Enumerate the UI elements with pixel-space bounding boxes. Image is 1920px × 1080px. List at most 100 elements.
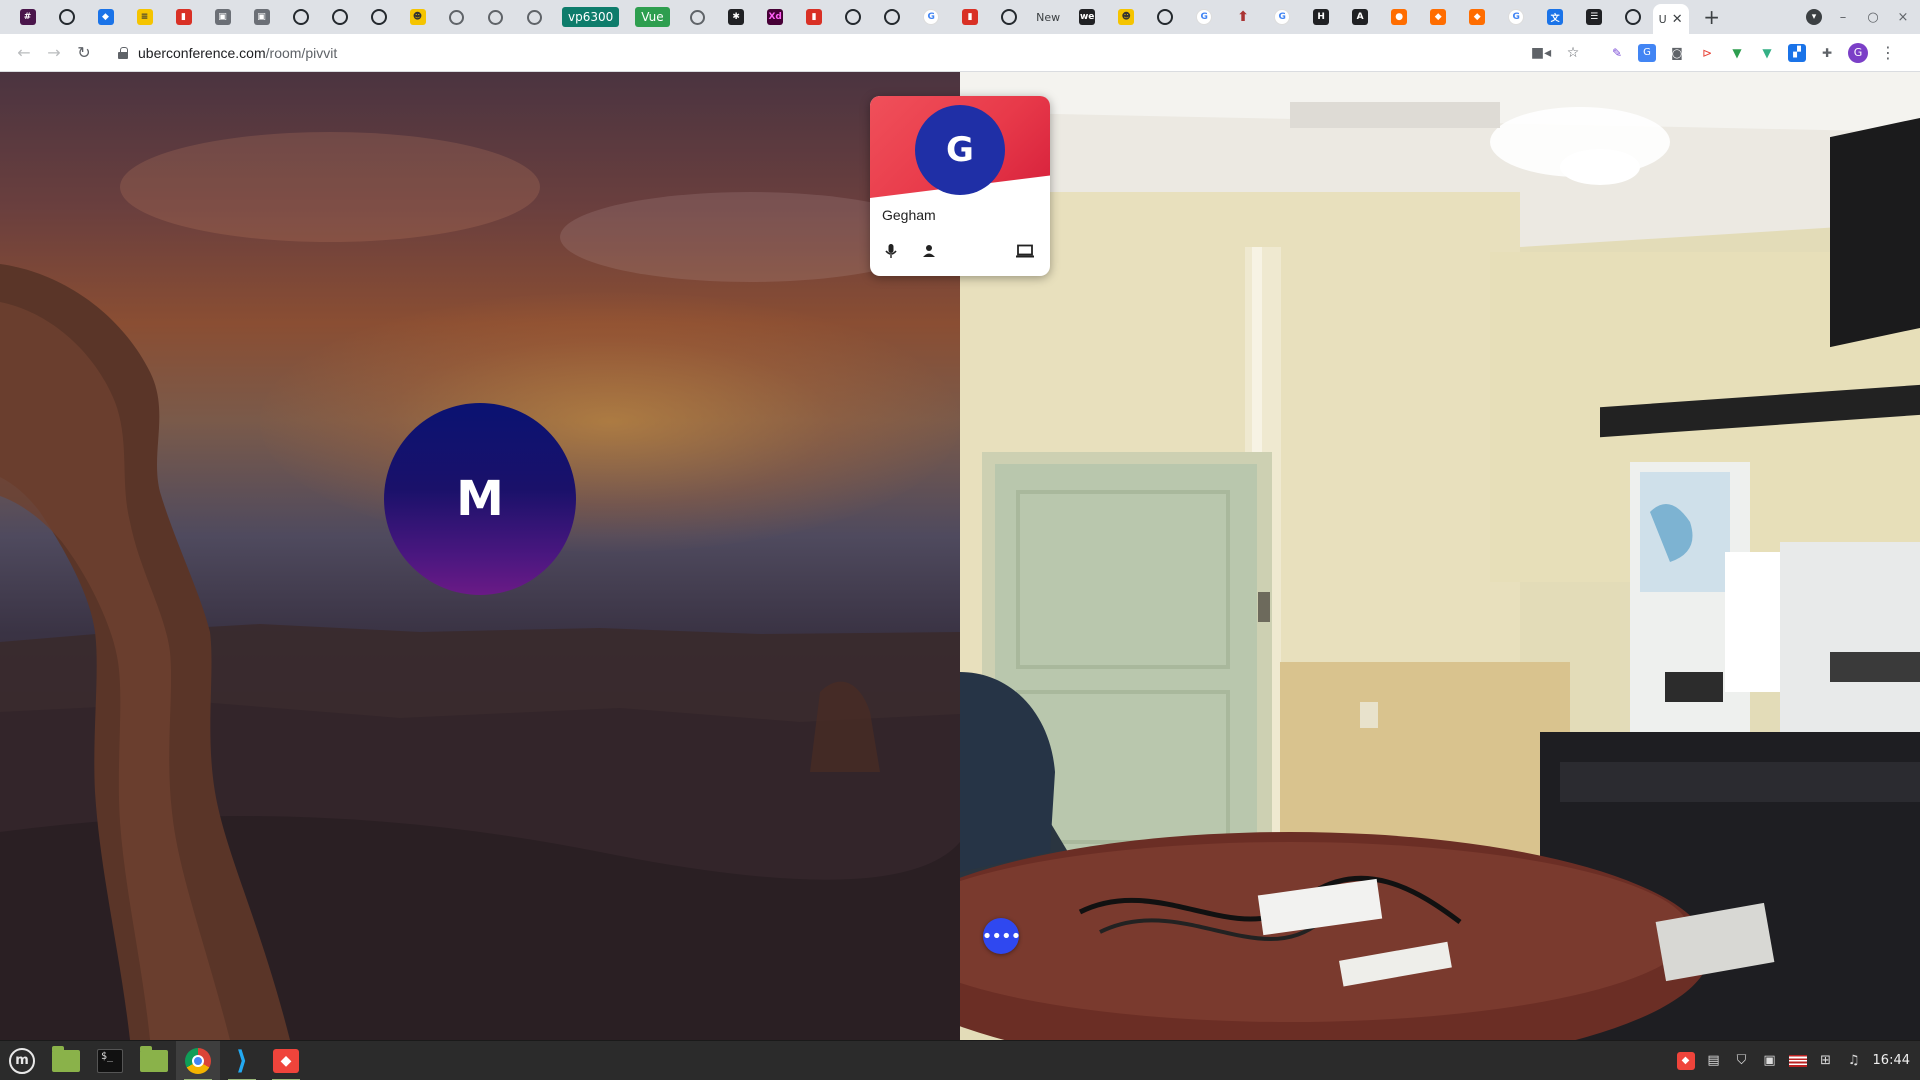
clipboard-icon[interactable]: ▤ [1705, 1052, 1723, 1070]
pen-extension-icon[interactable]: ✎ [1608, 44, 1626, 62]
google-icon: G [923, 9, 940, 25]
start-menu-button[interactable]: m [0, 1041, 44, 1080]
linux-mint-menu-icon: m [9, 1047, 35, 1074]
browser-tab[interactable]: 文 [1536, 0, 1575, 34]
browser-tab[interactable]: G [912, 0, 951, 34]
new-tab-button[interactable]: + [1697, 2, 1727, 32]
browser-tab[interactable]: we [1068, 0, 1107, 34]
browser-tab[interactable] [990, 0, 1029, 34]
terminal-launcher[interactable]: $_ [88, 1041, 132, 1080]
tab-new[interactable]: New [1029, 0, 1068, 34]
browser-tab[interactable] [1146, 0, 1185, 34]
github-icon [1625, 9, 1642, 25]
browser-tab[interactable] [1614, 0, 1653, 34]
browser-tab[interactable] [359, 0, 398, 34]
tab-vp6300[interactable]: vp6300 [554, 0, 627, 34]
microphone-icon[interactable] [882, 242, 900, 260]
browser-tab[interactable] [834, 0, 873, 34]
reddit-icon: ● [1391, 9, 1408, 25]
vue-devtools-alt-icon[interactable]: ▼ [1758, 44, 1776, 62]
browser-tab[interactable]: ◆ [86, 0, 125, 34]
anydesk-tray-icon[interactable]: ◆ [1676, 1051, 1695, 1070]
participant-avatar-m[interactable]: M [384, 403, 576, 595]
lock-icon[interactable] [118, 46, 128, 59]
browser-tab[interactable]: ▮ [164, 0, 203, 34]
browser-tab[interactable] [437, 0, 476, 34]
browser-tab[interactable]: H [1302, 0, 1341, 34]
browser-tab[interactable]: ≡ [125, 0, 164, 34]
vscode-taskbar-button[interactable]: ⟩ [220, 1041, 264, 1080]
browser-tab[interactable] [476, 0, 515, 34]
redirect-extension-icon[interactable]: ⊳ [1698, 44, 1716, 62]
browser-tab[interactable]: ▮ [951, 0, 990, 34]
browser-tab[interactable]: ☻ [398, 0, 437, 34]
browser-tab[interactable]: ☰ [1575, 0, 1614, 34]
we-icon: we [1079, 9, 1096, 25]
browser-tab[interactable] [515, 0, 554, 34]
network-icon[interactable]: ⊞ [1817, 1052, 1835, 1070]
tab-uberconference-active[interactable]: U ✕ [1652, 4, 1689, 34]
tab-vue[interactable]: Vue [627, 0, 677, 34]
address-bar[interactable]: uberconference.com/room/pivvit ■◂ ☆ [110, 38, 1590, 67]
reload-icon: ↻ [77, 43, 91, 62]
browser-tab[interactable]: ☻ [1107, 0, 1146, 34]
browser-tab[interactable]: ◆ [1419, 0, 1458, 34]
browser-tab[interactable]: A [1341, 0, 1380, 34]
browser-tab[interactable]: # [8, 0, 47, 34]
browser-tab[interactable]: ▣ [203, 0, 242, 34]
files-launcher[interactable] [132, 1041, 176, 1080]
sound-icon[interactable]: ♫ [1845, 1052, 1863, 1070]
minimize-icon[interactable]: – [1834, 10, 1852, 25]
browser-tab[interactable] [47, 0, 86, 34]
browser-tab[interactable]: ⬆ [1224, 0, 1263, 34]
anydesk-taskbar-button[interactable]: ◆ [264, 1041, 308, 1080]
terminal-icon: $_ [97, 1048, 123, 1073]
shield-icon[interactable]: ⛉ [1733, 1052, 1751, 1070]
person-icon[interactable] [920, 242, 938, 260]
participant-card-gegham[interactable]: G Gegham [870, 96, 1050, 276]
browser-tab[interactable] [320, 0, 359, 34]
browser-tab[interactable]: ✱ [717, 0, 756, 34]
reload-button[interactable]: ↻ [70, 39, 98, 67]
browser-tab[interactable] [678, 0, 717, 34]
more-options-button[interactable]: •••• [982, 918, 1021, 954]
puzzle-extensions-icon[interactable]: ✚ [1818, 44, 1836, 62]
browser-tab[interactable]: ● [1380, 0, 1419, 34]
screenshot-extension-icon[interactable]: ◙ [1668, 44, 1686, 62]
clock[interactable]: 16:44 [1873, 1053, 1910, 1068]
chrome-taskbar-button[interactable] [176, 1040, 220, 1080]
browser-tab[interactable] [873, 0, 912, 34]
profile-avatar[interactable]: G [1848, 42, 1868, 63]
translate-extension-icon[interactable]: G [1638, 43, 1656, 62]
screenshot-tray-icon[interactable]: ▣ [1761, 1052, 1779, 1070]
forward-button[interactable]: → [40, 39, 68, 67]
browser-tab[interactable] [281, 0, 320, 34]
html-icon: H [1313, 9, 1330, 25]
star-icon[interactable]: ☆ [1564, 44, 1582, 62]
more-menu-icon[interactable]: ⋮ [1880, 43, 1896, 62]
smiley-icon: ☻ [409, 9, 426, 25]
slack-icon: # [19, 9, 36, 25]
app-icon: ▣ [253, 9, 270, 25]
browser-tab[interactable]: ▣ [242, 0, 281, 34]
browser-tab[interactable]: G [1185, 0, 1224, 34]
blue-extension-icon[interactable]: ▞ [1788, 43, 1806, 62]
browser-tab[interactable]: Xd [756, 0, 795, 34]
browser-tab[interactable]: ▮ [795, 0, 834, 34]
back-button[interactable]: ← [10, 39, 38, 67]
browser-tab[interactable]: G [1497, 0, 1536, 34]
participant-tile-left: M [0, 72, 960, 1040]
screen-share-icon[interactable] [1016, 242, 1034, 260]
browser-tab[interactable]: G [1263, 0, 1302, 34]
files-folder-icon [140, 1045, 168, 1072]
us-flag-keyboard-icon[interactable] [1788, 1054, 1807, 1067]
vue-devtools-icon[interactable]: ▼ [1728, 44, 1746, 62]
close-icon[interactable]: ✕ [1672, 12, 1683, 27]
tab-search-icon[interactable]: ▾ [1806, 9, 1822, 25]
omnibox-actions: ■◂ ☆ [1531, 44, 1582, 62]
show-desktop-button[interactable] [44, 1041, 88, 1080]
browser-tab[interactable]: ◆ [1458, 0, 1497, 34]
close-window-icon[interactable]: × [1894, 10, 1912, 25]
camera-in-use-icon[interactable]: ■◂ [1531, 44, 1551, 62]
maximize-icon[interactable]: ○ [1864, 10, 1882, 25]
